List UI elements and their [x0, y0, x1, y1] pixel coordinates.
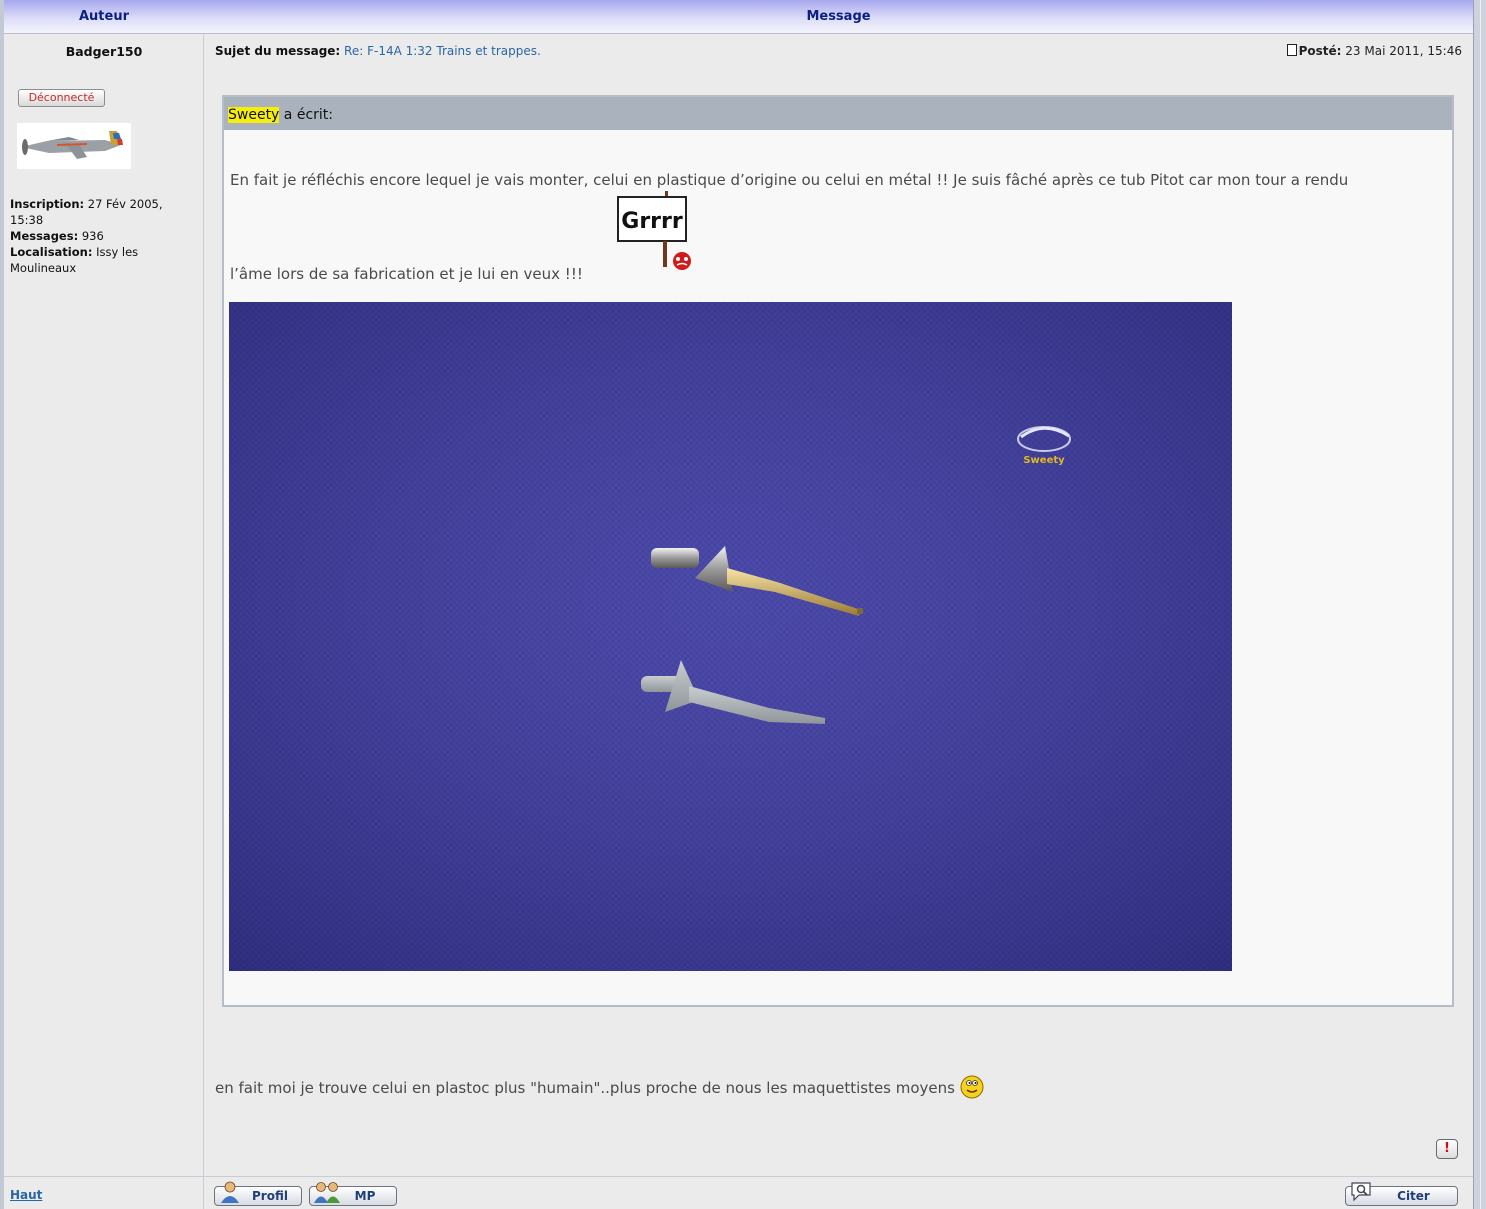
author-info-messages: Messages: 936: [10, 229, 104, 243]
author-info-location: Localisation: Issy les Moulineaux: [10, 245, 139, 275]
reply-body: en fait moi je trouve celui en plastoc p…: [215, 1079, 955, 1097]
quote-author: Sweety: [228, 107, 280, 123]
author-info: Inscription: 27 Fév 2005, 15:38 Messages…: [10, 196, 195, 276]
quote-button-label: Citer: [1397, 1189, 1430, 1203]
profile-button[interactable]: Profil: [214, 1181, 302, 1206]
quote-wrote: a écrit:: [283, 107, 333, 123]
watermark-text: Sweety: [1023, 455, 1065, 466]
profile-icon: [219, 1181, 241, 1203]
subject-label: Sujet du message:: [215, 44, 341, 58]
author-column-header: Auteur: [78, 9, 129, 24]
subject-link[interactable]: Re: F-14A 1:32 Trains et trappes.: [344, 44, 541, 58]
posted-label: Posté:: [1298, 44, 1342, 58]
column-divider: [203, 34, 204, 1209]
status-badge: Déconnecté: [18, 89, 105, 107]
private-message-button[interactable]: MP: [309, 1182, 397, 1206]
quote-line-2: l’âme lors de sa fabrication et je lui e…: [230, 265, 583, 283]
footer-divider: [4, 1176, 1473, 1177]
quote-icon: [1350, 1181, 1372, 1203]
table-header: Auteur Message: [4, 0, 1473, 34]
posted-date-value: 23 Mai 2011, 15:46: [1345, 44, 1462, 58]
smiley-icon: [960, 1075, 984, 1099]
quote-header: Sweety a écrit:: [224, 97, 1452, 130]
quoted-photo[interactable]: Sweety: [229, 302, 1232, 971]
grrr-sign-icon: Grrrr: [616, 191, 704, 273]
message-column-header: Message: [806, 9, 871, 24]
reply-text: en fait moi je trouve celui en plastoc p…: [215, 1075, 984, 1099]
pm-button-label: MP: [354, 1189, 376, 1203]
back-to-top-link[interactable]: Haut: [10, 1188, 42, 1202]
doc-icon[interactable]: [1286, 44, 1297, 56]
profile-button-label: Profil: [252, 1189, 288, 1203]
author-info-registration: Inscription: 27 Fév 2005, 15:38: [10, 197, 163, 227]
quote-button[interactable]: Citer: [1345, 1182, 1458, 1206]
post-subject: Sujet du message: Re: F-14A 1:32 Trains …: [215, 44, 541, 58]
pm-icon: [314, 1181, 340, 1203]
page-right-border: [1474, 0, 1486, 1209]
author-name[interactable]: Badger150: [4, 44, 204, 59]
grrr-sign-text: Grrrr: [621, 209, 683, 234]
post-date: Posté: 23 Mai 2011, 15:46: [1286, 44, 1462, 58]
avatar: [17, 123, 131, 169]
report-icon[interactable]: !: [1436, 1139, 1458, 1159]
quote-line-1: En fait je réfléchis encore lequel je va…: [230, 171, 1349, 189]
